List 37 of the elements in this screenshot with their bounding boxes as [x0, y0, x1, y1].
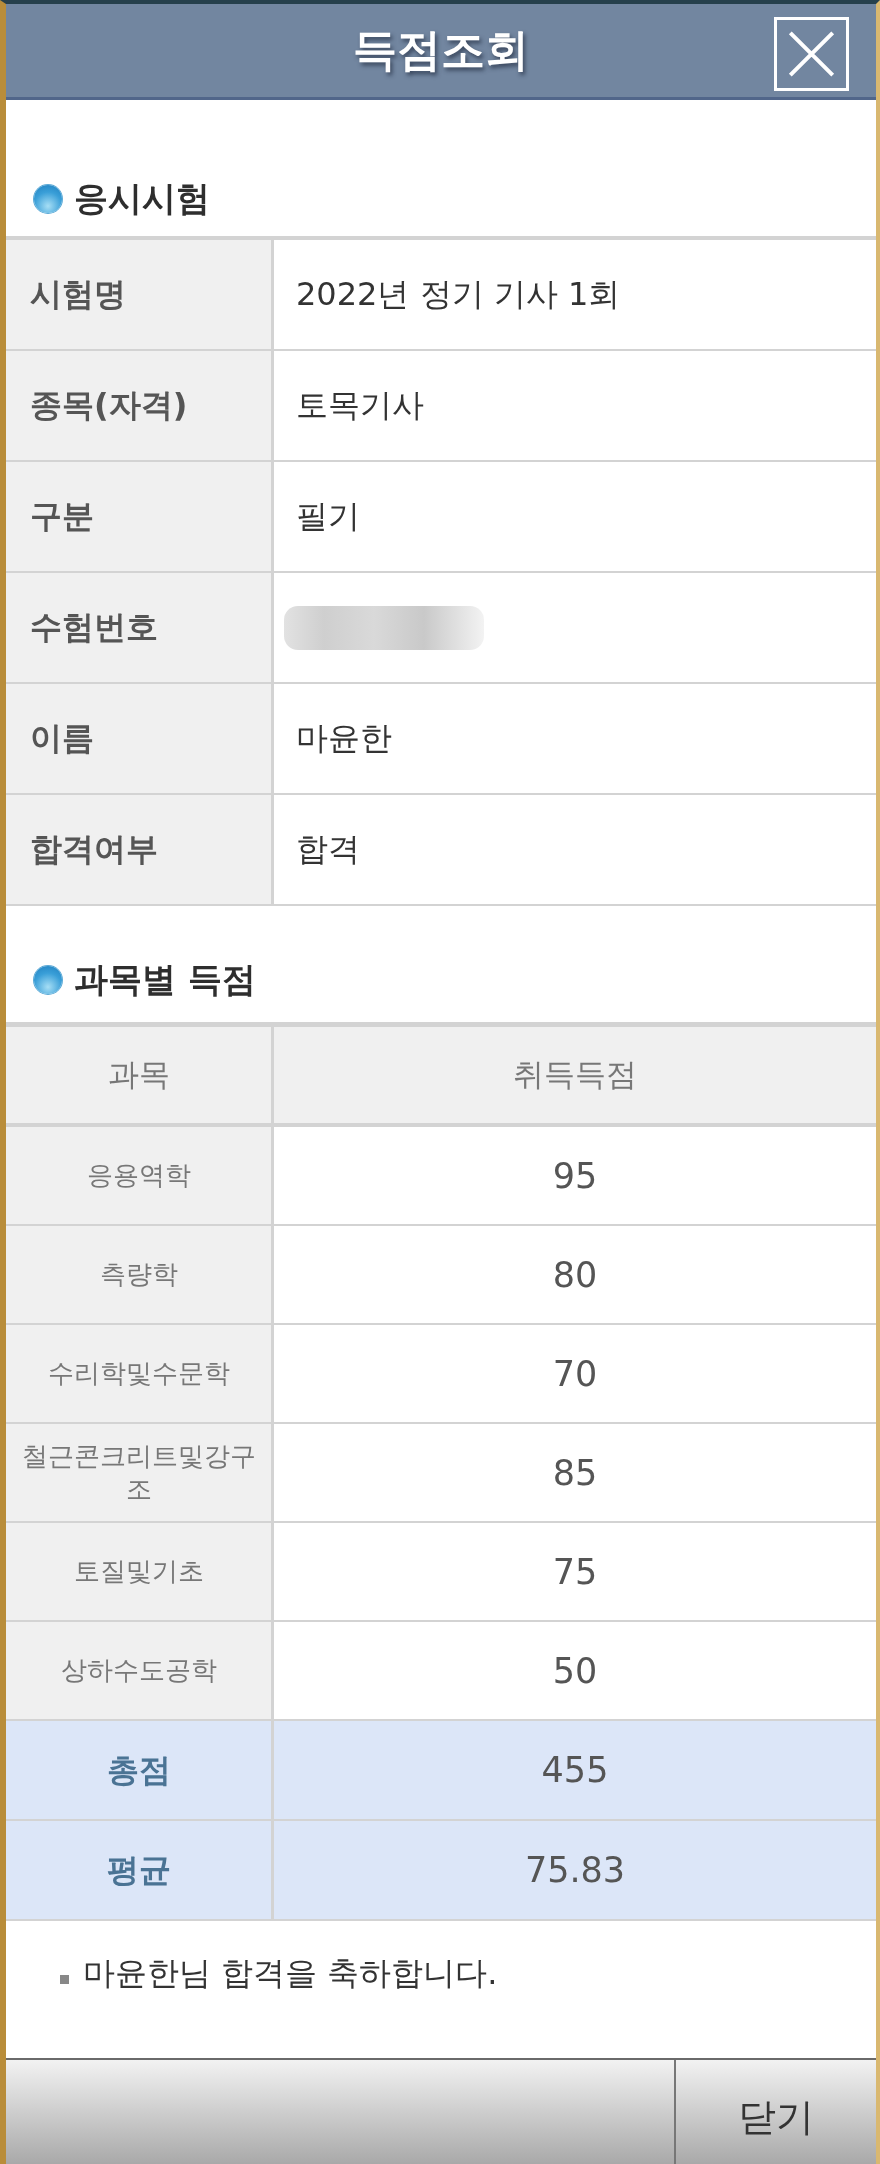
score-cell-text: 85	[551, 1451, 599, 1495]
field-label: 종목(자격)	[6, 351, 274, 460]
field-label: 구분	[6, 462, 274, 571]
subject-cell: 철근콘크리트및강구조	[6, 1424, 274, 1521]
subject-cell: 상하수도공학	[6, 1622, 274, 1719]
bullet-icon	[60, 1975, 69, 1984]
dot-icon	[34, 185, 62, 213]
field-label: 시험명	[6, 240, 274, 349]
subject-cell: 수리학및수문학	[6, 1325, 274, 1422]
field-value: 2022년 정기 기사 1회	[295, 273, 622, 315]
close-button[interactable]: 닫기	[674, 2060, 876, 2164]
score-cell-text: 455	[540, 1749, 610, 1792]
subject-cell: 응용역학	[6, 1127, 274, 1224]
summary-label: 평균	[6, 1821, 274, 1919]
score-cell-text: 50	[551, 1649, 599, 1693]
score-cell-text: 70	[551, 1352, 599, 1396]
score-cell-text: 80	[551, 1253, 599, 1297]
field-label: 수험번호	[6, 573, 274, 682]
field-label: 합격여부	[6, 795, 274, 904]
field-value: 필기	[295, 495, 361, 537]
field-value: 마윤한	[295, 717, 393, 759]
dot-icon	[34, 966, 62, 994]
column-header: 취득득점	[512, 1055, 638, 1094]
score-cell-text: 75.83	[523, 1849, 627, 1892]
score-cell-text: 75	[551, 1550, 599, 1594]
field-label: 이름	[6, 684, 274, 793]
field-value: 합격	[295, 828, 361, 870]
section-heading: 응시시험	[74, 177, 210, 220]
score-cell-text: 95	[551, 1154, 599, 1198]
dialog-title: 득점조회	[353, 23, 529, 77]
subject-cell: 측량학	[6, 1226, 274, 1323]
close-button[interactable]	[774, 17, 849, 91]
subject-cell: 토질및기초	[6, 1523, 274, 1620]
message-text: 마윤한님 합격을 축하합니다.	[83, 1953, 498, 1994]
field-value: 토목기사	[295, 384, 425, 426]
section-heading: 과목별 득점	[74, 958, 256, 1001]
column-header: 과목	[6, 1027, 274, 1123]
